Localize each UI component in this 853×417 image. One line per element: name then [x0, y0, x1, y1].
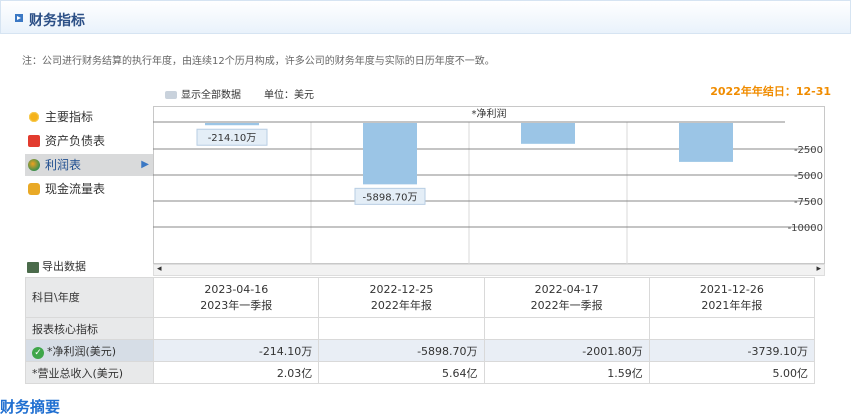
section-row: 报表核心指标 [24, 317, 816, 340]
y-tick-label: -10000 [788, 223, 823, 234]
table-cell: 2.03亿 [153, 361, 320, 384]
header-col-4: 2021-12-26 2021年年报 [648, 277, 816, 318]
header-col-3: 2022-04-17 2022年一季报 [483, 277, 650, 318]
header-col-2: 2022-12-25 2022年年报 [318, 277, 485, 318]
net-profit-chart: -2500 -5000 -7500 -10000 *净利润 -214.10万 -5898.7… [153, 106, 825, 264]
scroll-right-icon[interactable]: ▸ [816, 264, 821, 274]
coins-icon [28, 183, 40, 195]
statement-menu: 主要指标 资产负债表 利润表 ▶ 现金流量表 [25, 106, 153, 202]
table-header-row: 科目\年度 2023-04-16 2023年一季报 2022-12-25 2022年… [24, 277, 816, 318]
table-cell: 5.00亿 [648, 361, 816, 384]
table-cell: 1.59亿 [483, 361, 650, 384]
table-cell: -2001.80万 [483, 339, 650, 362]
panel-title: 财务指标 [29, 13, 85, 29]
y-tick-label: -7500 [794, 197, 823, 208]
fiscal-year-notice: 注：公司进行财务结算的执行年度，由连续12个历月构成，许多公司的财务年度与实际的… [22, 56, 495, 67]
row-label: *营业总收入(美元) [24, 361, 155, 384]
bar [205, 123, 259, 126]
bar [363, 123, 417, 185]
book-icon [28, 135, 40, 147]
chart-svg: -2500 -5000 -7500 -10000 *净利润 -214.10万 -5898.7… [153, 106, 825, 264]
header-col-1: 2023-04-16 2023年一季报 [153, 277, 320, 318]
menu-item-balance-sheet[interactable]: 资产负债表 [25, 130, 153, 152]
table-cell: -214.10万 [153, 339, 320, 362]
chart-title: *净利润 [472, 107, 507, 120]
sun-icon [28, 111, 40, 123]
table-row-revenue[interactable]: *营业总收入(美元) 2.03亿 5.64亿 1.59亿 5.00亿 [24, 361, 816, 384]
table-row-net-profit[interactable]: ✓ *净利润(美元) -214.10万 -5898.70万 -2001.80万 -… [24, 339, 816, 362]
menu-item-income-statement[interactable]: 利润表 ▶ [25, 154, 153, 176]
data-label: -214.10万 [208, 133, 257, 144]
menu-item-cash-flow[interactable]: 现金流量表 [25, 178, 153, 200]
chart-scrollbar[interactable]: ◂ ▸ [153, 264, 825, 276]
data-table: 科目\年度 2023-04-16 2023年一季报 2022-12-25 2022年… [24, 277, 816, 384]
unit-label: 单位：美元 [264, 90, 314, 101]
menu-item-main-indicators[interactable]: 主要指标 [25, 106, 153, 128]
panel-header: 财务指标 [0, 0, 851, 34]
header-subject-year: 科目\年度 [24, 277, 155, 318]
arrow-bullet-icon [15, 14, 23, 22]
section-label: 报表核心指标 [24, 317, 155, 340]
export-data-button[interactable]: 导出数据 [27, 258, 86, 274]
scroll-left-icon[interactable]: ◂ [157, 264, 162, 274]
year-end-date: 2022年年结日：12-31 [710, 85, 831, 98]
y-tick-label: -5000 [794, 171, 823, 182]
message-icon [165, 91, 177, 99]
check-icon: ✓ [32, 346, 44, 359]
table-cell: -5898.70万 [318, 339, 485, 362]
table-cell: -3739.10万 [648, 339, 816, 362]
table-cell: 5.64亿 [318, 361, 485, 384]
spreadsheet-icon [27, 261, 39, 273]
data-label: -5898.70万 [363, 192, 418, 203]
y-tick-label: -2500 [794, 145, 823, 156]
show-all-data-link[interactable]: 显示全部数据 [165, 86, 241, 101]
bar [521, 123, 575, 144]
row-label: ✓ *净利润(美元) [24, 339, 155, 362]
ball-icon [28, 159, 40, 171]
bar [679, 123, 733, 162]
caret-right-icon: ▶ [141, 159, 149, 170]
section-heading-cut: 财务摘要 [0, 398, 61, 416]
